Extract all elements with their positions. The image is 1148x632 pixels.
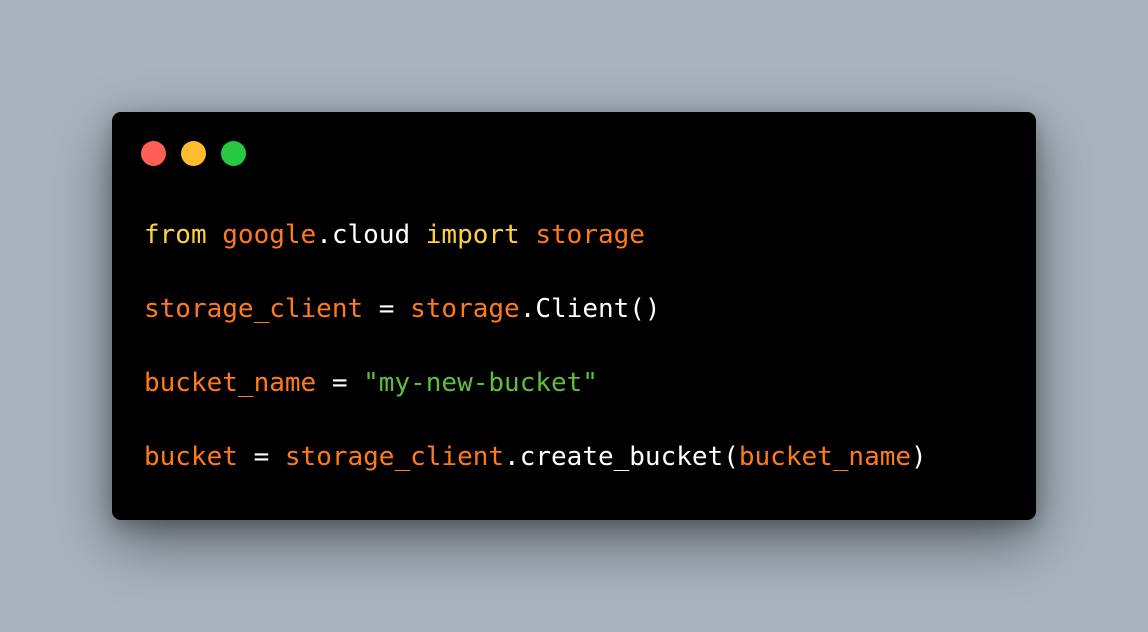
code-line: bucket_name = "my-new-bucket" (144, 365, 927, 402)
code-token-keyword: from (144, 220, 207, 250)
code-token-plain: .create_bucket( (504, 442, 739, 472)
code-token-plain: = (363, 294, 411, 324)
code-line: storage_client = storage.Client() (144, 291, 927, 328)
code-line: from google.cloud import storage (144, 217, 927, 254)
code-token-plain: .cloud (316, 220, 426, 250)
code-token-ident: bucket_name (738, 442, 912, 472)
code-token-ident: storage_client (144, 294, 364, 324)
code-token-ident: storage (410, 294, 520, 324)
code-token-string: "my-new-bucket" (363, 368, 598, 398)
code-token-plain: = (237, 442, 285, 472)
code-line: bucket = storage_client.create_bucket(bu… (144, 439, 927, 476)
code-token-plain: ) (911, 442, 927, 472)
maximize-button[interactable] (221, 141, 246, 166)
code-window: from google.cloud import storage storage_… (112, 112, 1036, 520)
code-token-ident: google (222, 220, 317, 250)
code-token-plain: .Client() (519, 294, 661, 324)
code-token-ident: bucket (144, 442, 238, 472)
code-token-ident: bucket_name (144, 368, 317, 398)
code-token-ident: storage_client (284, 442, 505, 472)
code-token-plain: = (316, 368, 364, 398)
code-token-keyword: import (425, 220, 520, 250)
close-button[interactable] (141, 141, 166, 166)
minimize-button[interactable] (181, 141, 206, 166)
code-block: from google.cloud import storage storage_… (144, 217, 927, 476)
code-token-ident: storage (535, 220, 645, 250)
